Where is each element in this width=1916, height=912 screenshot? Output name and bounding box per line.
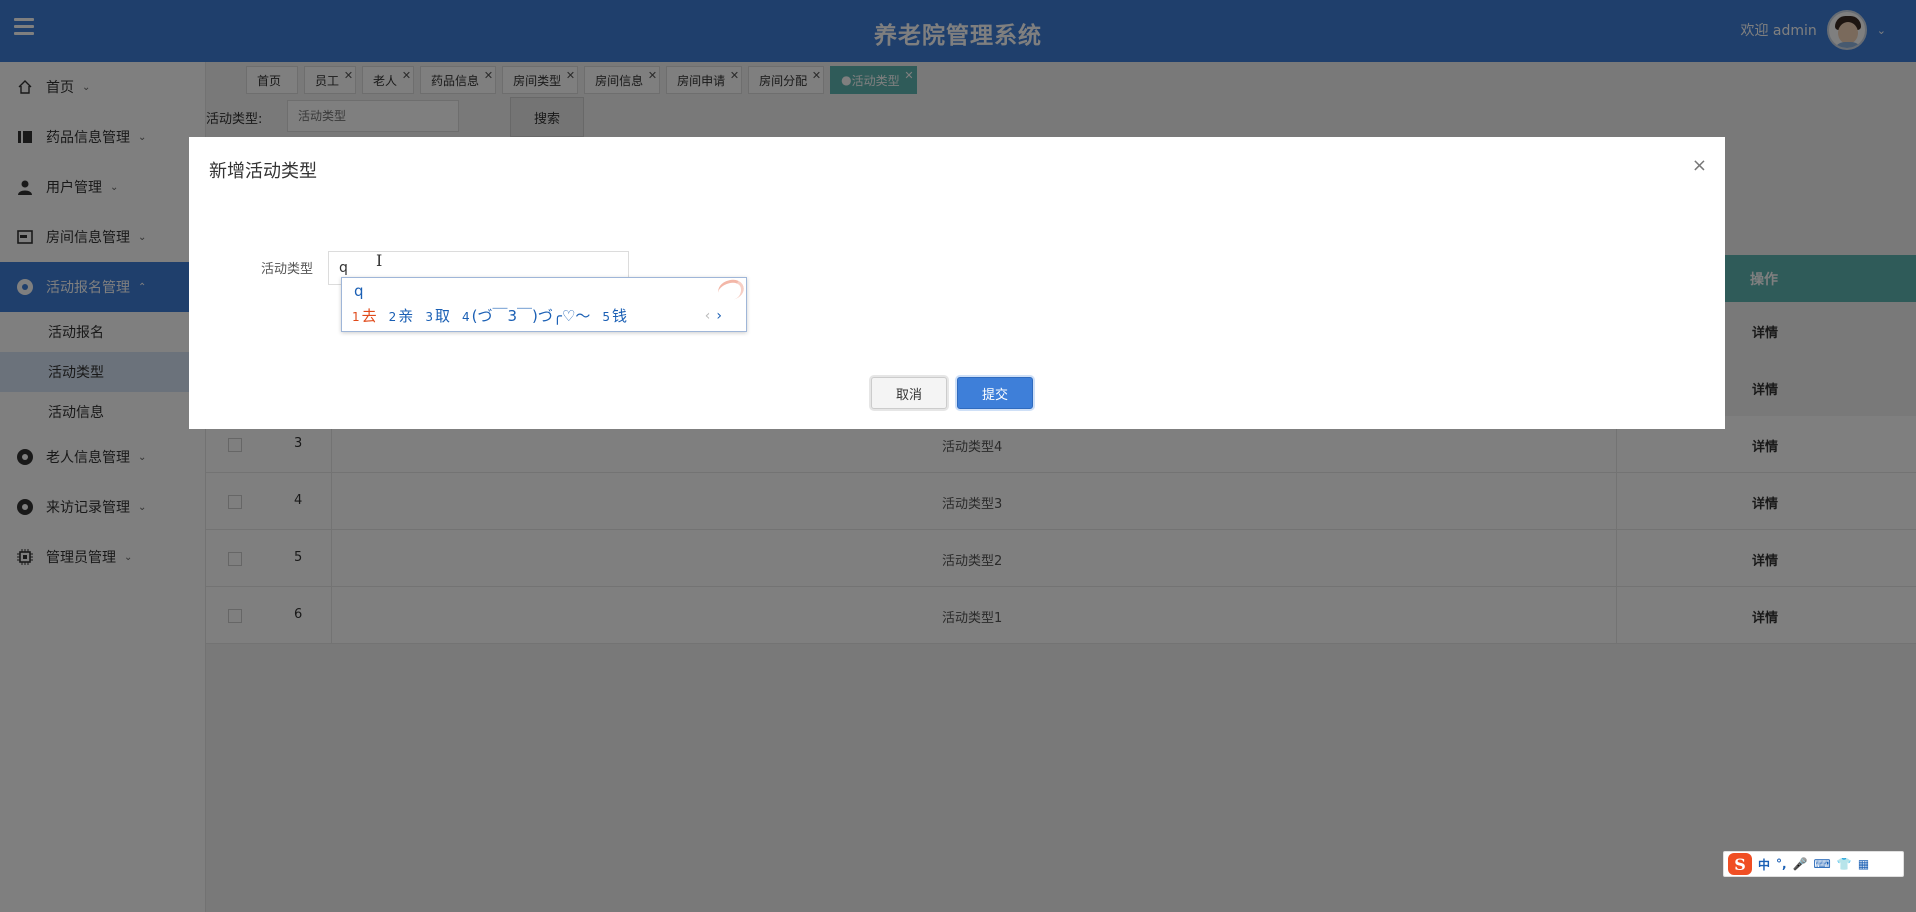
ime-candidate-list: 1去 2亲 3取 4 (づ￣3￣)づ╭♡～ 5钱 bbox=[352, 305, 627, 326]
apps-grid-icon[interactable]: ▦ bbox=[1858, 857, 1869, 871]
ime-mode-toggle[interactable]: 中 bbox=[1758, 856, 1770, 873]
skin-icon[interactable]: 👕 bbox=[1837, 857, 1852, 871]
ime-candidate[interactable]: 2亲 bbox=[389, 305, 414, 326]
dialog-title: 新增活动类型 bbox=[209, 161, 317, 182]
close-icon[interactable]: × bbox=[1692, 155, 1707, 176]
cancel-button[interactable]: 取消 bbox=[871, 377, 947, 409]
activity-type-label: 活动类型 bbox=[261, 262, 314, 277]
ime-candidate[interactable]: 4 (づ￣3￣)づ╭♡～ bbox=[462, 305, 590, 326]
ime-composition: q bbox=[354, 282, 364, 300]
sogou-logo-icon[interactable]: S bbox=[1728, 853, 1752, 875]
chevron-left-icon[interactable]: ‹ bbox=[705, 308, 711, 324]
ime-candidate[interactable]: 5钱 bbox=[602, 305, 627, 326]
chevron-right-icon[interactable]: › bbox=[716, 308, 722, 324]
ime-skin-decoration bbox=[715, 276, 747, 304]
ime-page-nav: ‹ › bbox=[705, 308, 722, 324]
ime-toolbar: S 中 °, 🎤 ⌨ 👕 ▦ bbox=[1723, 851, 1904, 877]
ime-candidate[interactable]: 3取 bbox=[425, 305, 450, 326]
ime-candidate-popup: q 1去 2亲 3取 4 (づ￣3￣)づ╭♡～ 5钱 ‹ › bbox=[341, 276, 747, 332]
text-cursor-icon: I bbox=[376, 251, 383, 270]
keyboard-icon[interactable]: ⌨ bbox=[1814, 857, 1831, 871]
microphone-icon[interactable]: 🎤 bbox=[1793, 857, 1808, 871]
submit-button[interactable]: 提交 bbox=[957, 377, 1033, 409]
punctuation-icon[interactable]: °, bbox=[1776, 857, 1787, 871]
ime-candidate[interactable]: 1去 bbox=[352, 305, 377, 326]
